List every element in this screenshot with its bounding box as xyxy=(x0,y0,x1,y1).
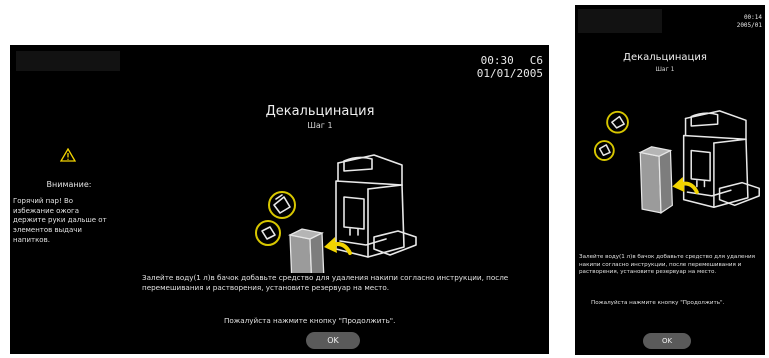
decalcification-illustration xyxy=(593,110,760,215)
water-tank-illustration xyxy=(638,146,673,215)
decalcification-illustration xyxy=(255,154,417,273)
instruction-text: Залейте воду(1 л)в бачок добавьте средст… xyxy=(579,254,756,276)
coffee-machine-illustration xyxy=(335,154,417,258)
coffee-machine-illustration xyxy=(682,110,760,208)
clock-time: 00:14 xyxy=(743,14,762,21)
instruction-text: Залейте воду(1 л)в бачок добавьте средст… xyxy=(142,273,509,292)
ok-button[interactable]: OK xyxy=(306,332,360,349)
decalcifier-icon xyxy=(268,191,296,219)
page-title: Декальцинация xyxy=(623,52,707,63)
insert-arrow-icon xyxy=(324,237,352,255)
warning-icon xyxy=(60,148,76,162)
step-label: Шаг 1 xyxy=(307,121,333,130)
warning-title: Внимание: xyxy=(46,180,92,189)
header-blank-area xyxy=(578,9,662,33)
portrait-screen: 00:14 2005/01 Декальцинация Шаг 1 Залейт… xyxy=(575,5,765,355)
ok-button[interactable]: OK xyxy=(643,333,691,349)
header-blank-area xyxy=(16,51,120,71)
powder-icon xyxy=(593,140,615,161)
main-screen: 00:30 C6 01/01/2005 Декальцинация Шаг 1 В… xyxy=(10,45,549,354)
clock-panel: 00:14 2005/01 xyxy=(737,14,762,30)
time-row: 00:30 C6 xyxy=(477,54,543,67)
clock-panel: 00:30 C6 01/01/2005 xyxy=(477,54,543,80)
warning-text: Горячий пар! Во избежание ожога держите … xyxy=(13,197,107,244)
page-title: Декальцинация xyxy=(265,104,375,119)
clock-time: 00:30 xyxy=(480,54,514,67)
continue-prompt: Пожалуйста нажмите кнопку "Продолжить". xyxy=(224,316,396,325)
clock-date: 01/01/2005 xyxy=(476,67,543,80)
continue-prompt: Пожалуйста нажмите кнопку "Продолжить". xyxy=(591,300,725,306)
step-label: Шаг 1 xyxy=(655,66,675,73)
status-code: C6 xyxy=(529,54,543,67)
decalcifier-icon xyxy=(606,110,629,134)
powder-icon xyxy=(255,220,281,246)
water-tank-illustration xyxy=(288,228,325,273)
clock-date: 2005/01 xyxy=(736,22,762,29)
